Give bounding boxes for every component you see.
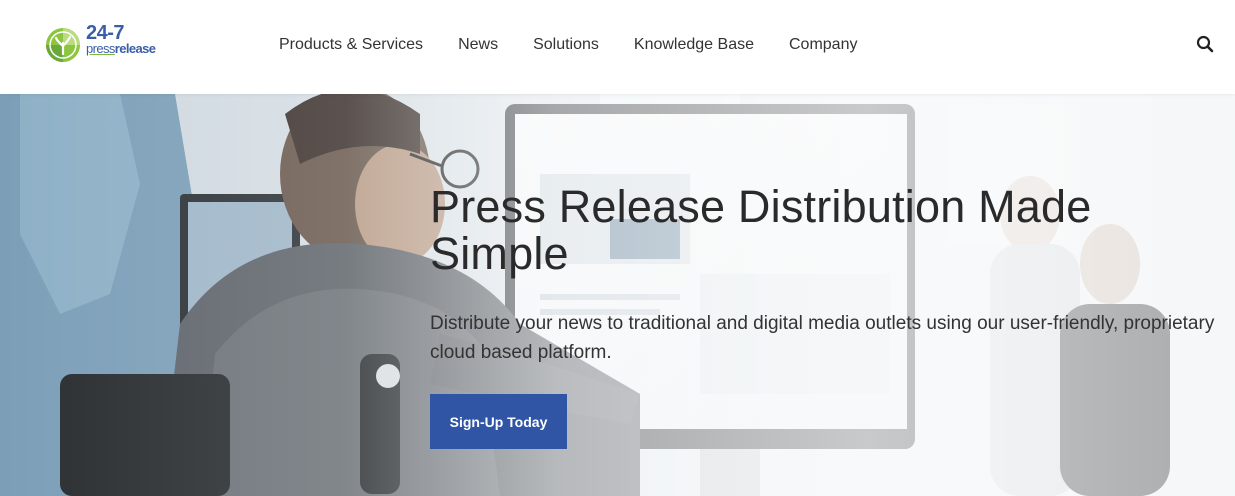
nav-item-solutions[interactable]: Solutions xyxy=(533,36,599,54)
logo-icon xyxy=(46,28,80,62)
hero-subtitle: Distribute your news to traditional and … xyxy=(430,313,1215,363)
nav-item-company[interactable]: Company xyxy=(789,36,857,54)
logo-text-press: press xyxy=(86,41,115,56)
logo-text-release: release xyxy=(114,41,156,56)
search-icon xyxy=(1196,35,1214,53)
search-button[interactable] xyxy=(1195,34,1215,54)
site-header: 24-7 pressrelease Products & Services Ne… xyxy=(0,0,1235,94)
nav-item-products-services[interactable]: Products & Services xyxy=(279,36,423,54)
nav-item-knowledge-base[interactable]: Knowledge Base xyxy=(634,36,754,54)
logo-text-pressrelease: pressrelease xyxy=(86,41,156,56)
site-logo[interactable]: 24-7 pressrelease xyxy=(44,22,174,66)
nav-item-news[interactable]: News xyxy=(458,36,498,54)
hero-content: Press Release Distribution Made Simple D… xyxy=(430,181,1230,449)
main-nav: Products & Services News Solutions Knowl… xyxy=(279,36,857,54)
hero-section: Press Release Distribution Made Simple D… xyxy=(0,94,1235,496)
hero-title: Press Release Distribution Made Simple xyxy=(430,181,1092,279)
sign-up-button[interactable]: Sign-Up Today xyxy=(430,394,567,449)
